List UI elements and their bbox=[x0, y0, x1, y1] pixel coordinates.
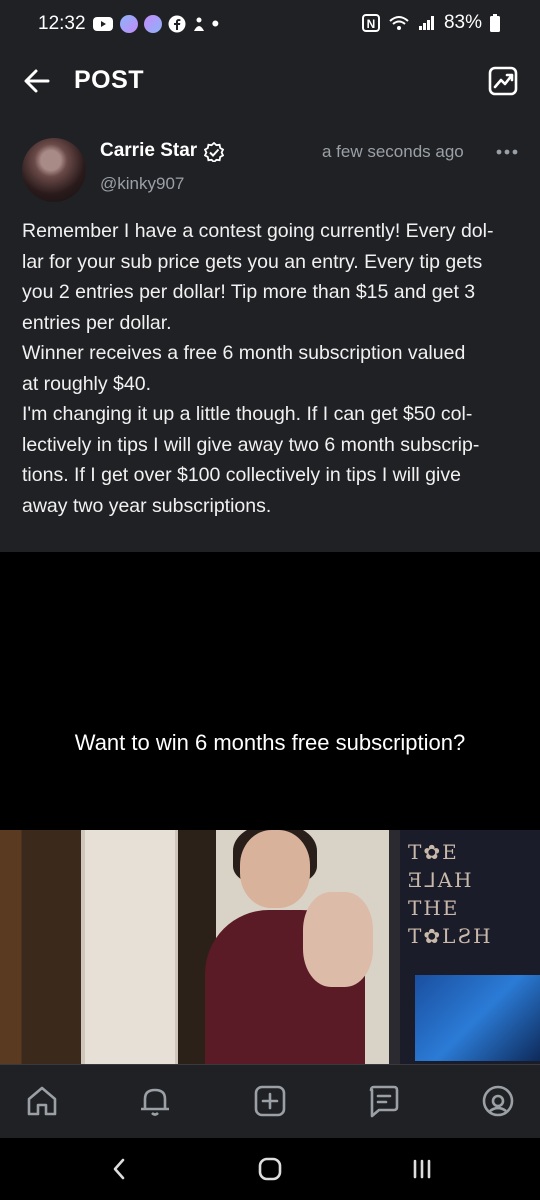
system-back-icon[interactable] bbox=[107, 1156, 133, 1182]
notification-icon bbox=[193, 17, 204, 31]
battery-icon bbox=[490, 14, 500, 32]
app-icon bbox=[143, 15, 162, 33]
background-door bbox=[85, 830, 175, 1064]
system-recents-icon[interactable] bbox=[409, 1156, 435, 1182]
post-card: Carrie Star @kinky907 a few seconds ago … bbox=[0, 118, 540, 552]
statistics-icon[interactable] bbox=[488, 66, 518, 96]
app-icon bbox=[119, 15, 138, 33]
nfc-icon: N bbox=[361, 14, 380, 32]
status-time: 12:32 bbox=[38, 13, 86, 34]
person-arm bbox=[303, 892, 373, 987]
add-post-icon[interactable] bbox=[252, 1083, 288, 1119]
person-head bbox=[240, 830, 310, 908]
author-name[interactable]: Carrie Star bbox=[100, 140, 197, 162]
status-left: 12:32 • bbox=[38, 13, 219, 35]
youtube-icon bbox=[92, 17, 113, 31]
system-home-icon[interactable] bbox=[257, 1156, 283, 1182]
wifi-icon bbox=[389, 16, 409, 30]
svg-text:N: N bbox=[367, 17, 376, 31]
post-text: Remember I have a contest going currentl… bbox=[22, 220, 494, 517]
battery-percent: 83% bbox=[443, 12, 482, 33]
author-handle[interactable]: @kinky907 bbox=[100, 174, 184, 194]
system-navigation-bar bbox=[0, 1138, 540, 1200]
status-bar: 12:32 • N 83% bbox=[0, 0, 540, 46]
back-arrow-icon[interactable] bbox=[22, 66, 52, 96]
app-bar: POST bbox=[0, 46, 540, 119]
person-figure bbox=[185, 830, 385, 1064]
verified-badge-icon bbox=[204, 142, 224, 162]
status-right: N 83% bbox=[361, 12, 500, 34]
more-options-icon[interactable] bbox=[496, 142, 518, 162]
poster-text: T✿E Ǝ⅃AH THE T✿LƧH bbox=[408, 840, 493, 948]
profile-icon[interactable] bbox=[480, 1083, 516, 1119]
tv-screen bbox=[415, 975, 540, 1061]
post-media[interactable]: Want to win 6 months free subscription? … bbox=[0, 552, 540, 1064]
home-icon[interactable] bbox=[24, 1083, 60, 1119]
post-timestamp: a few seconds ago bbox=[322, 142, 464, 161]
more-notifications-dot: • bbox=[211, 11, 220, 36]
avatar[interactable] bbox=[22, 138, 86, 202]
bottom-nav bbox=[0, 1064, 540, 1139]
signal-icon bbox=[418, 16, 434, 30]
page-title: POST bbox=[74, 66, 145, 94]
messages-icon[interactable] bbox=[366, 1083, 402, 1119]
notifications-icon[interactable] bbox=[137, 1083, 173, 1119]
media-photo: T✿E Ǝ⅃AH THE T✿LƧH bbox=[0, 830, 540, 1064]
media-caption: Want to win 6 months free subscription? bbox=[74, 730, 466, 755]
facebook-icon bbox=[168, 15, 186, 33]
